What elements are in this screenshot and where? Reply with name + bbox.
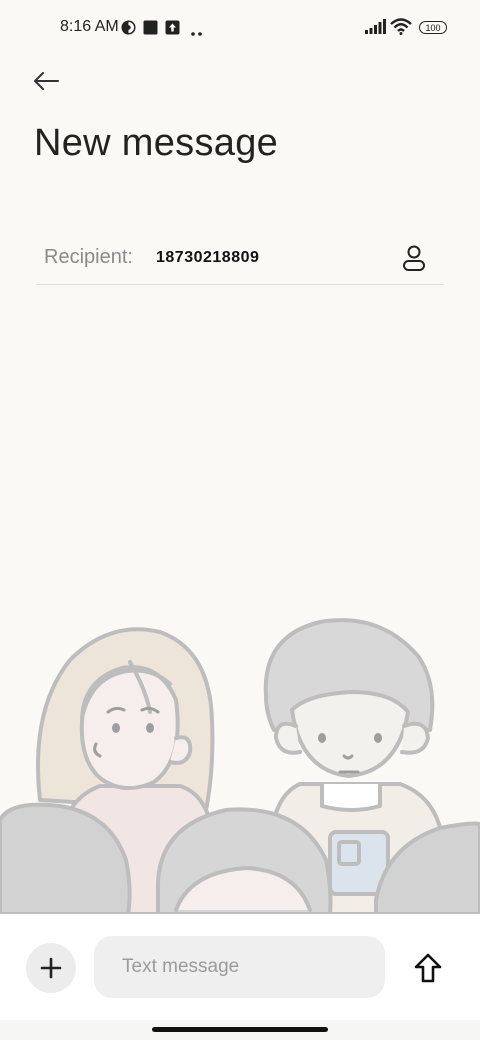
upload-notification-icon [165, 20, 180, 40]
recipient-label: Recipient: [44, 246, 133, 268]
plus-icon [40, 957, 62, 979]
add-attachment-button[interactable] [26, 943, 76, 993]
recipient-field[interactable]: Recipient: 18730218809 [36, 236, 444, 285]
home-indicator[interactable] [152, 1027, 328, 1032]
send-arrow-icon [414, 953, 442, 983]
recipient-value[interactable]: 18730218809 [156, 249, 259, 267]
arrow-left-icon [34, 72, 59, 90]
back-button[interactable] [28, 64, 64, 98]
square-notification-icon [143, 20, 158, 40]
person-icon [403, 245, 425, 271]
more-dots-icon [190, 24, 204, 42]
status-time: 8:16 AM [60, 18, 119, 35]
wifi-icon [390, 18, 412, 40]
signal-icon [364, 19, 386, 40]
select-contact-button[interactable] [398, 242, 430, 274]
status-bar: 8:16 AM 100 [0, 0, 480, 56]
background-illustration [0, 600, 480, 914]
page-title: New message [34, 122, 279, 164]
send-button[interactable] [408, 948, 448, 988]
message-input[interactable] [94, 936, 385, 998]
app-notification-icon [121, 20, 136, 40]
battery-icon: 100 [419, 21, 447, 34]
compose-bar [0, 914, 480, 1020]
